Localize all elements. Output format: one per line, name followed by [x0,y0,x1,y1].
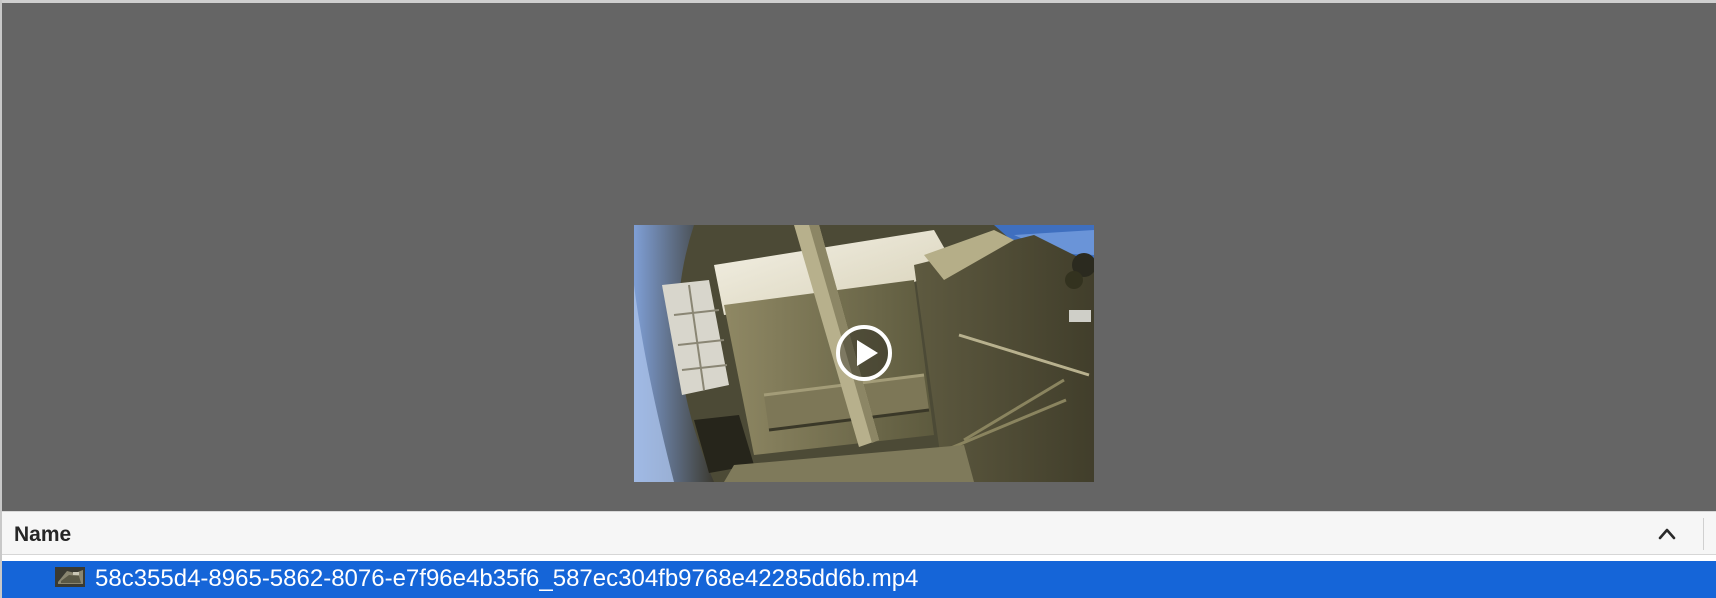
file-browser-window: Name 58c355d4-8965-5862-8076-e7f96e4b35f… [0,0,1716,598]
column-divider[interactable] [1703,518,1704,550]
video-thumbnail[interactable] [634,225,1094,482]
preview-pane [2,3,1716,511]
list-item[interactable]: 58c355d4-8965-5862-8076-e7f96e4b35f6_587… [2,561,1716,598]
file-list: Name 58c355d4-8965-5862-8076-e7f96e4b35f… [2,511,1716,598]
chevron-up-icon[interactable] [1656,524,1678,544]
play-icon[interactable] [835,324,893,382]
video-file-icon [55,567,85,587]
list-header: Name [2,511,1716,555]
name-column-header[interactable]: Name [14,523,71,547]
file-name: 58c355d4-8965-5862-8076-e7f96e4b35f6_587… [95,565,919,592]
